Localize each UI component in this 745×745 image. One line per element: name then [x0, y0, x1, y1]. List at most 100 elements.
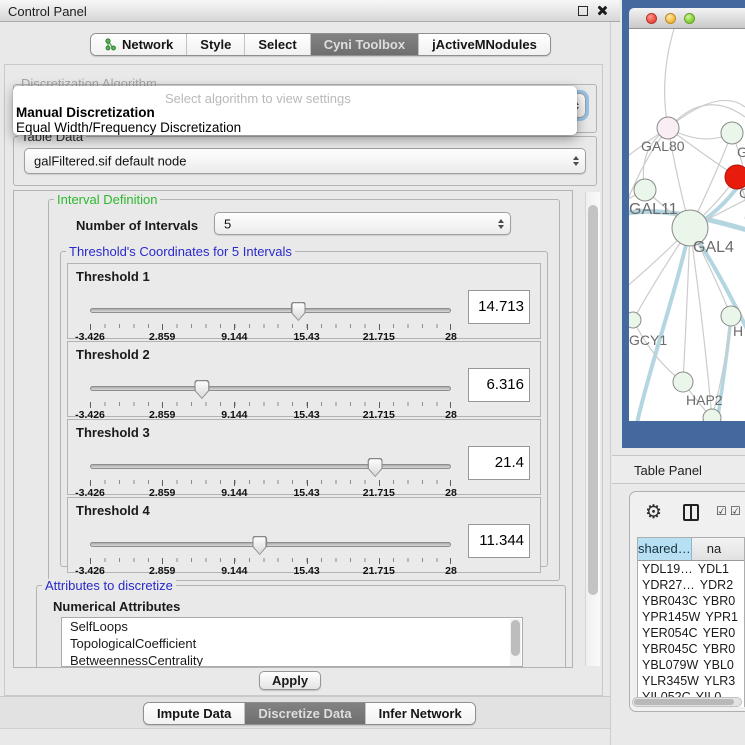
number-of-intervals-combobox[interactable]: 5: [214, 212, 511, 235]
float-icon[interactable]: [578, 6, 588, 16]
numerical-attributes-label: Numerical Attributes: [53, 599, 180, 614]
node-label: GCY1: [629, 332, 667, 348]
slider-track[interactable]: [90, 542, 451, 547]
dropdown-hint: Select algorithm to view settings: [165, 91, 351, 106]
threshold-2-value-field[interactable]: 6.316: [468, 368, 530, 402]
slider-handle[interactable]: [252, 536, 267, 555]
table-row[interactable]: YBL079WYBL0: [638, 657, 744, 673]
threshold-1-value-field[interactable]: 14.713: [468, 290, 530, 324]
threshold-2-slider[interactable]: [90, 380, 451, 400]
node-table: shared… na YDL19…YDL1 YDR27…YDR2 YBR043C…: [637, 537, 745, 707]
table-row[interactable]: YBR043CYBR0: [638, 593, 744, 609]
top-tab-bar: Network Style Select Cyni Toolbox jActiv…: [90, 33, 551, 56]
gear-icon[interactable]: ⚙: [645, 501, 662, 523]
thresholds-group-title: Threshold's Coordinates for 5 Intervals: [66, 245, 295, 259]
threshold-4-panel: Threshold 4 -3.4262.8599.14415.4321.7152…: [67, 497, 541, 573]
slider-ticks: [90, 324, 451, 330]
settings-scroll-area: Interval Definition Number of Intervals …: [13, 190, 573, 668]
number-of-intervals-value: 5: [224, 216, 231, 231]
scrollbar-thumb[interactable]: [588, 205, 598, 595]
table-data-value: galFiltered.sif default node: [34, 154, 186, 169]
node-hap2[interactable]: [673, 372, 693, 392]
close-traffic-light-icon[interactable]: [646, 13, 657, 24]
panel-scrollbar[interactable]: [585, 192, 600, 666]
tab-network[interactable]: Network: [91, 34, 187, 55]
table-panel-title: Table Panel: [634, 463, 702, 478]
numerical-attributes-list: SelfLoops TopologicalCoefficient Between…: [61, 617, 523, 667]
tab-cyni-toolbox[interactable]: Cyni Toolbox: [311, 34, 419, 55]
minimize-traffic-light-icon[interactable]: [665, 13, 676, 24]
bottom-tab-bar: Impute Data Discretize Data Infer Networ…: [143, 702, 476, 725]
algorithm-dropdown: Select algorithm to view settings Manual…: [13, 86, 577, 135]
threshold-1-panel: Threshold 1 -3.4262.8599.14415.4321.7152…: [67, 263, 541, 339]
slider-handle[interactable]: [291, 302, 306, 321]
table-row[interactable]: YDL19…YDL1: [638, 561, 744, 577]
node-label: C: [739, 185, 745, 201]
zoom-traffic-light-icon[interactable]: [684, 13, 695, 24]
scrollbar-thumb[interactable]: [634, 699, 734, 705]
table-row[interactable]: YBR045CYBR0: [638, 641, 744, 657]
threshold-2-label: Threshold 2: [76, 347, 150, 362]
node-label: GA: [737, 144, 745, 160]
list-item[interactable]: TopologicalCoefficient: [62, 635, 522, 652]
column-header-name[interactable]: na: [692, 538, 744, 560]
table-row[interactable]: YDR27…YDR2: [638, 577, 744, 593]
threshold-3-value-field[interactable]: 21.4: [468, 446, 530, 480]
column-header-shared-name[interactable]: shared…: [638, 538, 692, 560]
list-item[interactable]: SelfLoops: [62, 618, 522, 635]
table-row[interactable]: YLR345WYLR3: [638, 673, 744, 689]
slider-tick-labels: -3.4262.8599.14415.4321.71528: [90, 565, 451, 577]
close-icon[interactable]: [595, 4, 608, 17]
network-canvas[interactable]: GAL80 GA C GAL11 GAL4 H GCY1 HAP2: [629, 29, 745, 421]
node-gal11[interactable]: [634, 179, 656, 201]
slider-track[interactable]: [90, 308, 451, 313]
threshold-4-slider[interactable]: [90, 536, 451, 556]
tab-infer-network[interactable]: Infer Network: [366, 703, 475, 724]
table-horizontal-scrollbar[interactable]: [632, 697, 742, 707]
threshold-3-panel: Threshold 3 -3.4262.8599.14415.4321.7152…: [67, 419, 541, 495]
tab-style[interactable]: Style: [187, 34, 245, 55]
checkbox-icon[interactable]: ☑: [730, 504, 741, 518]
columns-icon[interactable]: [683, 504, 699, 521]
list-scrollbar[interactable]: [510, 619, 521, 667]
slider-track[interactable]: [90, 464, 451, 469]
slider-ticks: [90, 558, 451, 564]
table-row[interactable]: YPR145WYPR1: [638, 609, 744, 625]
slider-ticks: [90, 480, 451, 486]
threshold-3-slider[interactable]: [90, 458, 451, 478]
threshold-2-panel: Threshold 2 -3.4262.8599.14415.4321.7152…: [67, 341, 541, 417]
node-label: H: [733, 323, 743, 339]
dropdown-option-equal-width[interactable]: Equal Width/Frequency Discretization: [16, 120, 241, 135]
combo-arrows-icon: [573, 156, 579, 166]
node-gcy1[interactable]: [629, 312, 641, 328]
tab-discretize-data[interactable]: Discretize Data: [245, 703, 365, 724]
network-window-titlebar[interactable]: [629, 8, 745, 29]
slider-handle[interactable]: [368, 458, 383, 477]
node-label: HAP2: [686, 392, 723, 408]
panel-title: Control Panel: [8, 4, 87, 19]
threshold-1-slider[interactable]: [90, 302, 451, 322]
table-row[interactable]: YER054CYER0: [638, 625, 744, 641]
slider-ticks: [90, 402, 451, 408]
node[interactable]: [657, 117, 679, 139]
table-data-combobox[interactable]: galFiltered.sif default node: [24, 148, 586, 174]
tab-select[interactable]: Select: [245, 34, 310, 55]
node-label: GAL11: [629, 201, 678, 218]
slider-handle[interactable]: [194, 380, 209, 399]
threshold-4-value-field[interactable]: 11.344: [468, 524, 530, 558]
threshold-1-label: Threshold 1: [76, 269, 150, 284]
tab-impute-data[interactable]: Impute Data: [144, 703, 245, 724]
dropdown-option-manual[interactable]: Manual Discretization: [16, 105, 155, 120]
network-window: GAL80 GA C GAL11 GAL4 H GCY1 HAP2: [622, 0, 745, 448]
apply-button[interactable]: Apply: [259, 671, 321, 690]
combo-arrows-icon: [498, 219, 504, 229]
table-panel-header: Table Panel: [612, 455, 745, 484]
node[interactable]: [721, 122, 743, 144]
node-label: GAL80: [641, 138, 685, 154]
number-of-intervals-label: Number of Intervals: [76, 218, 198, 233]
slider-track[interactable]: [90, 386, 451, 391]
list-item[interactable]: BetweennessCentrality: [62, 652, 522, 667]
checkbox-icon[interactable]: ☑: [716, 504, 727, 518]
tab-jactivemnodules[interactable]: jActiveMNodules: [419, 34, 550, 55]
panel-divider: [610, 22, 611, 745]
